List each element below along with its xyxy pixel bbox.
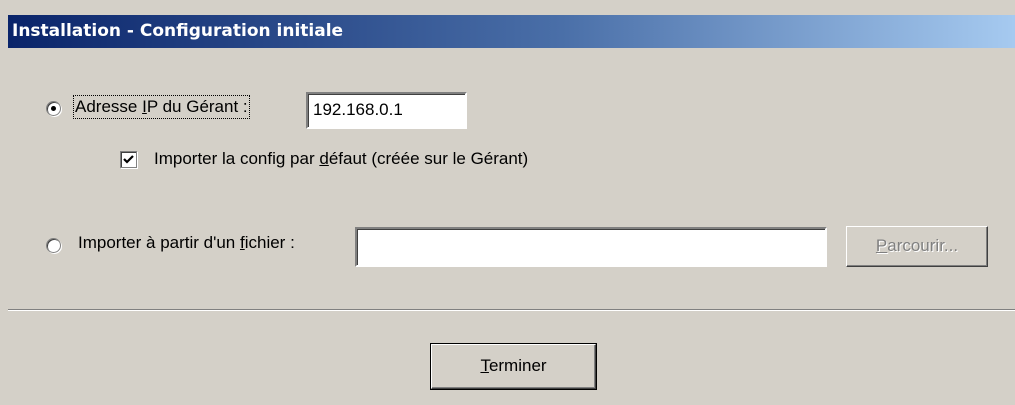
radio-selected-dot [51, 106, 56, 111]
mnemonic-t: T [480, 356, 489, 375]
browse-button[interactable]: Parcourir... [846, 226, 988, 267]
import-file-radio[interactable] [46, 238, 61, 253]
window-title: Installation - Configuration initiale [12, 21, 344, 41]
title-bar: Installation - Configuration initiale [8, 15, 1015, 48]
import-file-input[interactable] [355, 227, 827, 267]
finish-button[interactable]: Terminer [430, 343, 597, 390]
import-default-label[interactable]: Importer la config par défaut (créée sur… [154, 149, 528, 169]
manager-ip-label[interactable]: Adresse IP du Gérant : [73, 95, 250, 119]
manager-ip-radio[interactable] [46, 101, 61, 116]
separator [8, 309, 1015, 311]
import-default-checkbox[interactable] [120, 151, 137, 168]
mnemonic-d: d [319, 149, 329, 168]
import-file-label[interactable]: Importer à partir d'un fichier : [78, 233, 295, 253]
manager-ip-input[interactable]: 192.168.0.1 [306, 92, 467, 129]
checkmark-icon [123, 155, 134, 164]
mnemonic-p: P [875, 236, 888, 255]
